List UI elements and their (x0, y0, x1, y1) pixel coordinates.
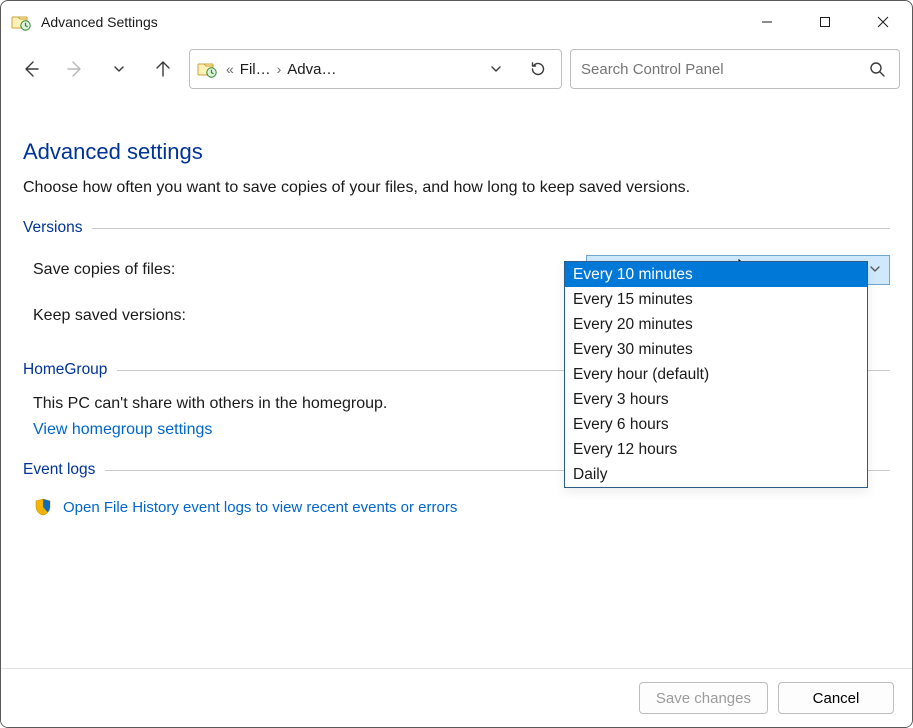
close-button[interactable] (854, 1, 912, 43)
maximize-button[interactable] (796, 1, 854, 43)
chevron-left-double-icon: « (226, 61, 234, 77)
save-copies-label: Save copies of files: (33, 261, 175, 279)
dropdown-item[interactable]: Every 10 minutes (565, 262, 867, 287)
file-history-icon (196, 58, 218, 80)
event-logs-link[interactable]: Open File History event logs to view rec… (63, 499, 457, 516)
forward-button[interactable] (57, 51, 93, 87)
search-icon[interactable] (863, 55, 891, 83)
cancel-button[interactable]: Cancel (778, 682, 894, 714)
content: Advanced settings Choose how often you w… (1, 99, 912, 668)
window-controls (738, 1, 912, 43)
file-history-icon (11, 12, 31, 32)
window: Advanced Settings (0, 0, 913, 728)
intro-text: Choose how often you want to save copies… (23, 179, 890, 197)
dropdown-item[interactable]: Every hour (default) (565, 362, 867, 387)
dropdown-item[interactable]: Every 3 hours (565, 387, 867, 412)
dropdown-item[interactable]: Every 12 hours (565, 437, 867, 462)
refresh-button[interactable] (521, 52, 555, 86)
chevron-right-icon: › (277, 61, 282, 77)
section-title: Event logs (23, 461, 95, 479)
dropdown-item[interactable]: Every 6 hours (565, 412, 867, 437)
breadcrumbs[interactable]: « Fil… › Adva… (226, 61, 337, 78)
back-button[interactable] (13, 51, 49, 87)
search-input[interactable] (579, 60, 863, 79)
dropdown-item[interactable]: Every 30 minutes (565, 337, 867, 362)
section-title: HomeGroup (23, 361, 107, 379)
breadcrumb-segment[interactable]: Fil… (240, 61, 271, 78)
navigation-row: « Fil… › Adva… (1, 43, 912, 99)
homegroup-settings-link[interactable]: View homegroup settings (33, 421, 212, 438)
minimize-button[interactable] (738, 1, 796, 43)
dropdown-item[interactable]: Daily (565, 462, 867, 487)
up-button[interactable] (145, 51, 181, 87)
address-bar[interactable]: « Fil… › Adva… (189, 49, 562, 89)
chevron-down-icon (869, 263, 881, 278)
recent-locations-button[interactable] (101, 51, 137, 87)
save-changes-button[interactable]: Save changes (639, 682, 768, 714)
section-header: Versions (23, 219, 890, 237)
section-title: Versions (23, 219, 82, 237)
dropdown-item[interactable]: Every 15 minutes (565, 287, 867, 312)
search-box[interactable] (570, 49, 900, 89)
breadcrumb-segment[interactable]: Adva… (287, 61, 336, 78)
divider (92, 228, 890, 229)
shield-icon (33, 497, 53, 517)
dropdown-item[interactable]: Every 20 minutes (565, 312, 867, 337)
event-logs-row: Open File History event logs to view rec… (23, 489, 890, 517)
window-title: Advanced Settings (41, 14, 158, 30)
titlebar: Advanced Settings (1, 1, 912, 43)
breadcrumb-history-button[interactable] (479, 52, 513, 86)
page-title: Advanced settings (23, 139, 890, 165)
footer: Save changes Cancel (1, 669, 912, 727)
keep-versions-label: Keep saved versions: (33, 307, 186, 325)
save-copies-dropdown[interactable]: Every 10 minutesEvery 15 minutesEvery 20… (564, 261, 868, 488)
